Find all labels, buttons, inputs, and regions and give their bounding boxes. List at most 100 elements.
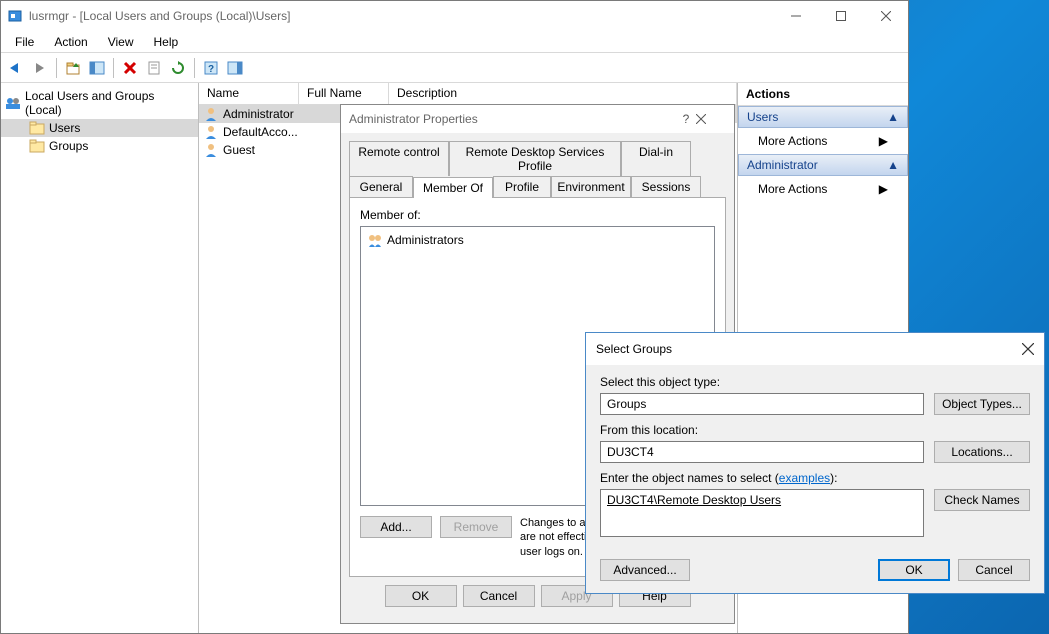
dialog-title: Administrator Properties <box>349 112 676 126</box>
tab-remote-control[interactable]: Remote control <box>349 141 449 176</box>
close-button[interactable] <box>863 1 908 31</box>
toolbar-separator-3 <box>194 58 195 78</box>
row-name: DefaultAcco... <box>223 125 298 139</box>
back-button[interactable] <box>5 57 27 79</box>
group-icon <box>367 232 383 248</box>
toolbar: ? <box>1 53 908 83</box>
names-label-b: ): <box>830 471 837 485</box>
help-button[interactable]: ? <box>200 57 222 79</box>
advanced-button[interactable]: Advanced... <box>600 559 690 581</box>
actions-more-admin[interactable]: More Actions ▶ <box>738 176 908 202</box>
add-button[interactable]: Add... <box>360 516 432 538</box>
object-types-button[interactable]: Object Types... <box>934 393 1030 415</box>
tab-profile[interactable]: Profile <box>493 176 551 197</box>
titlebar: lusrmgr - [Local Users and Groups (Local… <box>1 1 908 31</box>
tree-groups-node[interactable]: Groups <box>1 137 198 155</box>
locations-button[interactable]: Locations... <box>934 441 1030 463</box>
more-actions-label: More Actions <box>758 182 827 196</box>
tab-dialin[interactable]: Dial-in <box>621 141 691 176</box>
actions-title: Actions <box>738 83 908 106</box>
menu-action[interactable]: Action <box>44 33 97 51</box>
show-hide-tree-button[interactable] <box>86 57 108 79</box>
user-icon <box>203 142 219 158</box>
folder-icon <box>29 139 45 153</box>
menubar: File Action View Help <box>1 31 908 53</box>
member-of-label: Member of: <box>360 208 715 222</box>
tree-root-node[interactable]: Local Users and Groups (Local) <box>1 87 198 119</box>
tab-row-front: General Member Of Profile Environment Se… <box>349 176 726 197</box>
select-dialog-close-button[interactable] <box>1022 343 1034 355</box>
chevron-right-icon: ▶ <box>879 182 888 196</box>
object-type-field[interactable]: Groups <box>600 393 924 415</box>
menu-file[interactable]: File <box>5 33 44 51</box>
member-item-administrators[interactable]: Administrators <box>365 231 710 249</box>
object-type-label: Select this object type: <box>600 375 1030 389</box>
users-groups-icon <box>5 95 21 111</box>
show-hide-action-pane-button[interactable] <box>224 57 246 79</box>
menu-help[interactable]: Help <box>144 33 189 51</box>
maximize-button[interactable] <box>818 1 863 31</box>
dialog-titlebar: Administrator Properties ? <box>341 105 734 133</box>
object-names-value: DU3CT4\Remote Desktop Users <box>607 493 781 507</box>
minimize-button[interactable] <box>773 1 818 31</box>
cancel-button[interactable]: Cancel <box>463 585 535 607</box>
check-names-button[interactable]: Check Names <box>934 489 1030 511</box>
chevron-right-icon: ▶ <box>879 134 888 148</box>
tree-users-label: Users <box>49 121 80 135</box>
col-fullname[interactable]: Full Name <box>299 83 389 104</box>
actions-section-users[interactable]: Users ▲ <box>738 106 908 128</box>
col-name[interactable]: Name <box>199 83 299 104</box>
tab-environment[interactable]: Environment <box>551 176 631 197</box>
location-label: From this location: <box>600 423 1030 437</box>
col-desc[interactable]: Description <box>389 83 737 104</box>
tree-pane[interactable]: Local Users and Groups (Local) Users Gro… <box>1 83 199 633</box>
up-button[interactable] <box>62 57 84 79</box>
actions-section-users-label: Users <box>747 110 778 124</box>
object-names-label: Enter the object names to select (exampl… <box>600 471 1030 485</box>
app-icon <box>7 8 23 24</box>
tree-root-label: Local Users and Groups (Local) <box>25 89 194 117</box>
select-ok-button[interactable]: OK <box>878 559 950 581</box>
object-names-input[interactable]: DU3CT4\Remote Desktop Users <box>600 489 924 537</box>
user-icon <box>203 106 219 122</box>
remove-button[interactable]: Remove <box>440 516 512 538</box>
dialog-help-button[interactable]: ? <box>676 112 696 126</box>
select-dialog-title: Select Groups <box>596 342 1022 356</box>
row-name: Administrator <box>223 107 294 121</box>
delete-button[interactable] <box>119 57 141 79</box>
svg-text:?: ? <box>208 64 214 75</box>
tab-row-back: Remote control Remote Desktop Services P… <box>349 141 726 176</box>
toolbar-separator <box>56 58 57 78</box>
tab-rds-profile[interactable]: Remote Desktop Services Profile <box>449 141 621 176</box>
menu-view[interactable]: View <box>98 33 144 51</box>
select-dialog-titlebar: Select Groups <box>586 333 1044 365</box>
folder-icon <box>29 121 45 135</box>
dialog-close-button[interactable] <box>696 114 726 124</box>
ok-button[interactable]: OK <box>385 585 457 607</box>
refresh-button[interactable] <box>167 57 189 79</box>
collapse-icon: ▲ <box>887 110 899 124</box>
examples-link[interactable]: examples <box>779 471 830 485</box>
tab-general[interactable]: General <box>349 176 413 197</box>
object-type-value: Groups <box>607 397 646 411</box>
location-field[interactable]: DU3CT4 <box>600 441 924 463</box>
window-title: lusrmgr - [Local Users and Groups (Local… <box>29 9 773 23</box>
tree-groups-label: Groups <box>49 139 88 153</box>
member-item-label: Administrators <box>387 233 464 247</box>
user-icon <box>203 124 219 140</box>
actions-section-admin[interactable]: Administrator ▲ <box>738 154 908 176</box>
forward-button[interactable] <box>29 57 51 79</box>
tab-sessions[interactable]: Sessions <box>631 176 701 197</box>
tab-member-of[interactable]: Member Of <box>413 177 493 198</box>
select-cancel-button[interactable]: Cancel <box>958 559 1030 581</box>
row-name: Guest <box>223 143 255 157</box>
more-actions-label: More Actions <box>758 134 827 148</box>
actions-section-admin-label: Administrator <box>747 158 818 172</box>
location-value: DU3CT4 <box>607 445 654 459</box>
properties-button[interactable] <box>143 57 165 79</box>
tree-users-node[interactable]: Users <box>1 119 198 137</box>
toolbar-separator-2 <box>113 58 114 78</box>
list-header: Name Full Name Description <box>199 83 737 105</box>
actions-more-users[interactable]: More Actions ▶ <box>738 128 908 154</box>
names-label-a: Enter the object names to select ( <box>600 471 779 485</box>
